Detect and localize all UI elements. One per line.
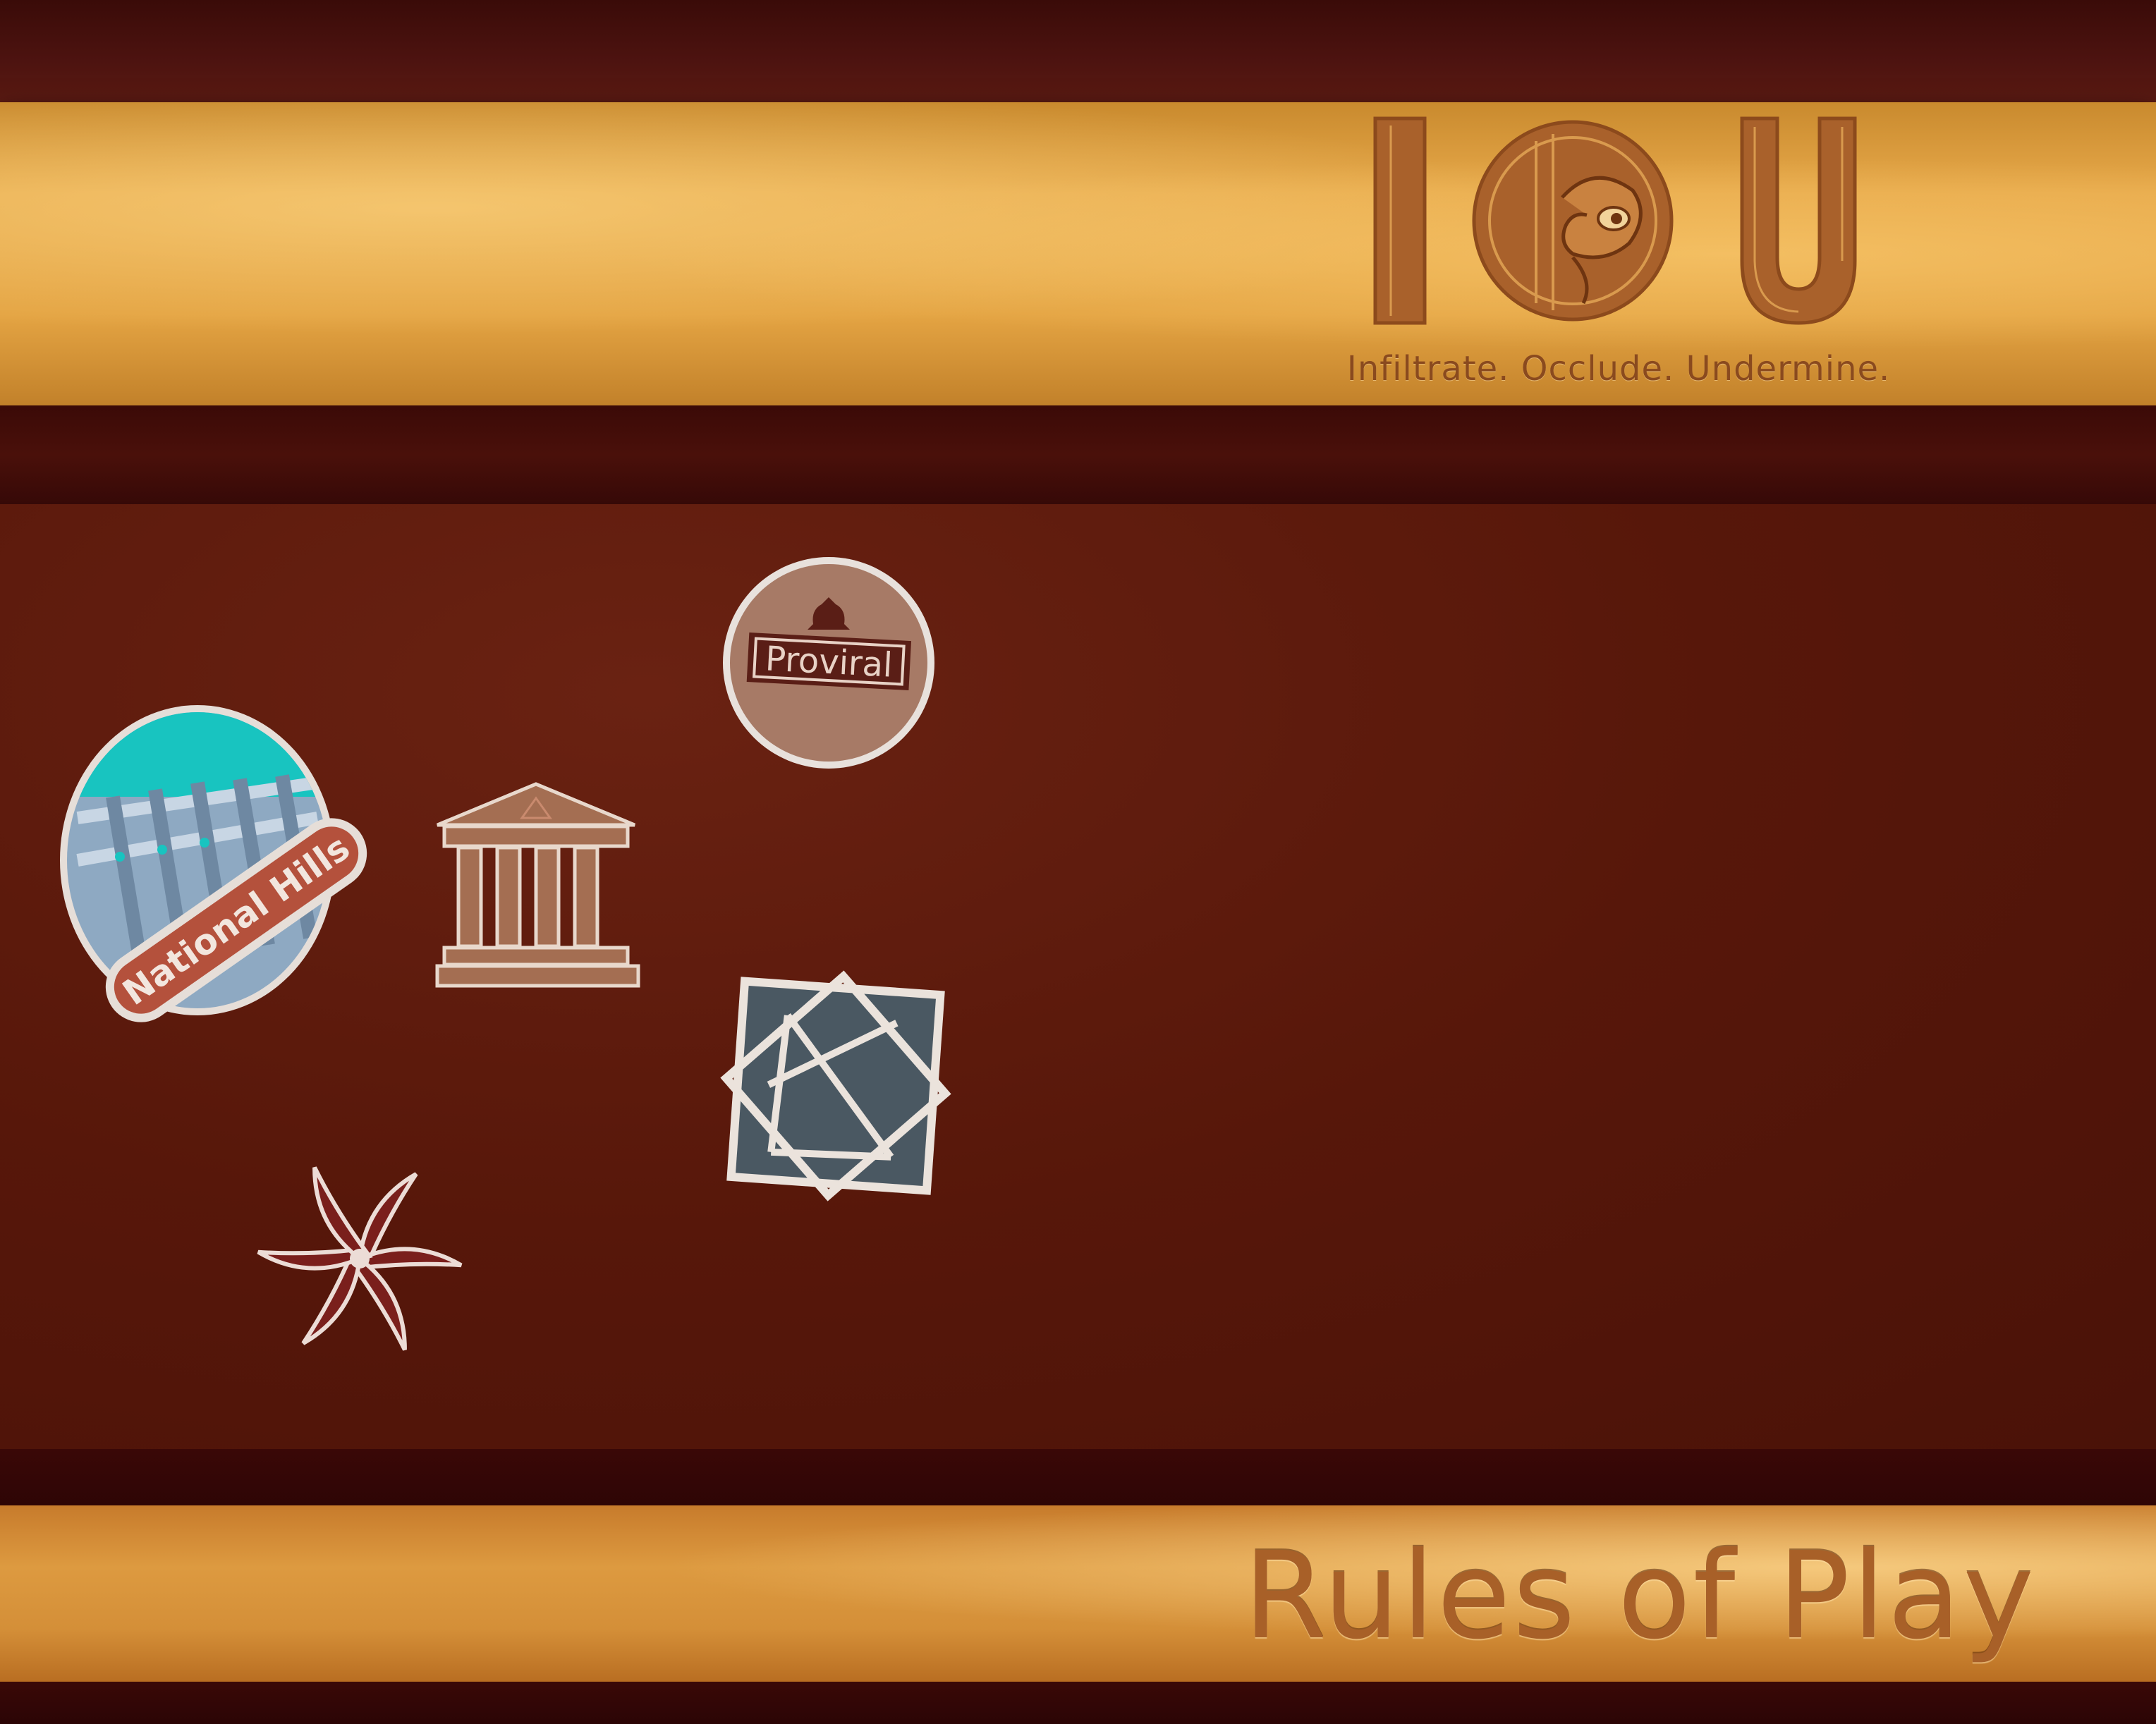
upper-dark-band xyxy=(0,405,2156,504)
bottom-dark-band xyxy=(0,1682,2156,1724)
swirl-icon xyxy=(257,1166,463,1351)
geometric-star-icon xyxy=(720,970,951,1202)
proviral-label: Proviral xyxy=(765,639,894,685)
lower-dark-band xyxy=(0,1449,2156,1505)
proviral-token: Proviral xyxy=(723,557,934,769)
top-dark-band xyxy=(0,0,2156,102)
rules-of-play-title: Rules of Play xyxy=(1243,1527,2036,1666)
bank-building-icon xyxy=(435,782,640,988)
national-hills-token: National Hills xyxy=(60,705,367,1022)
logo-tagline: Infiltrate. Occlude. Undermine. xyxy=(1346,349,1891,389)
iou-logo xyxy=(1373,116,1857,325)
cover-page: Infiltrate. Occlude. Undermine. Proviral xyxy=(0,0,2156,1724)
